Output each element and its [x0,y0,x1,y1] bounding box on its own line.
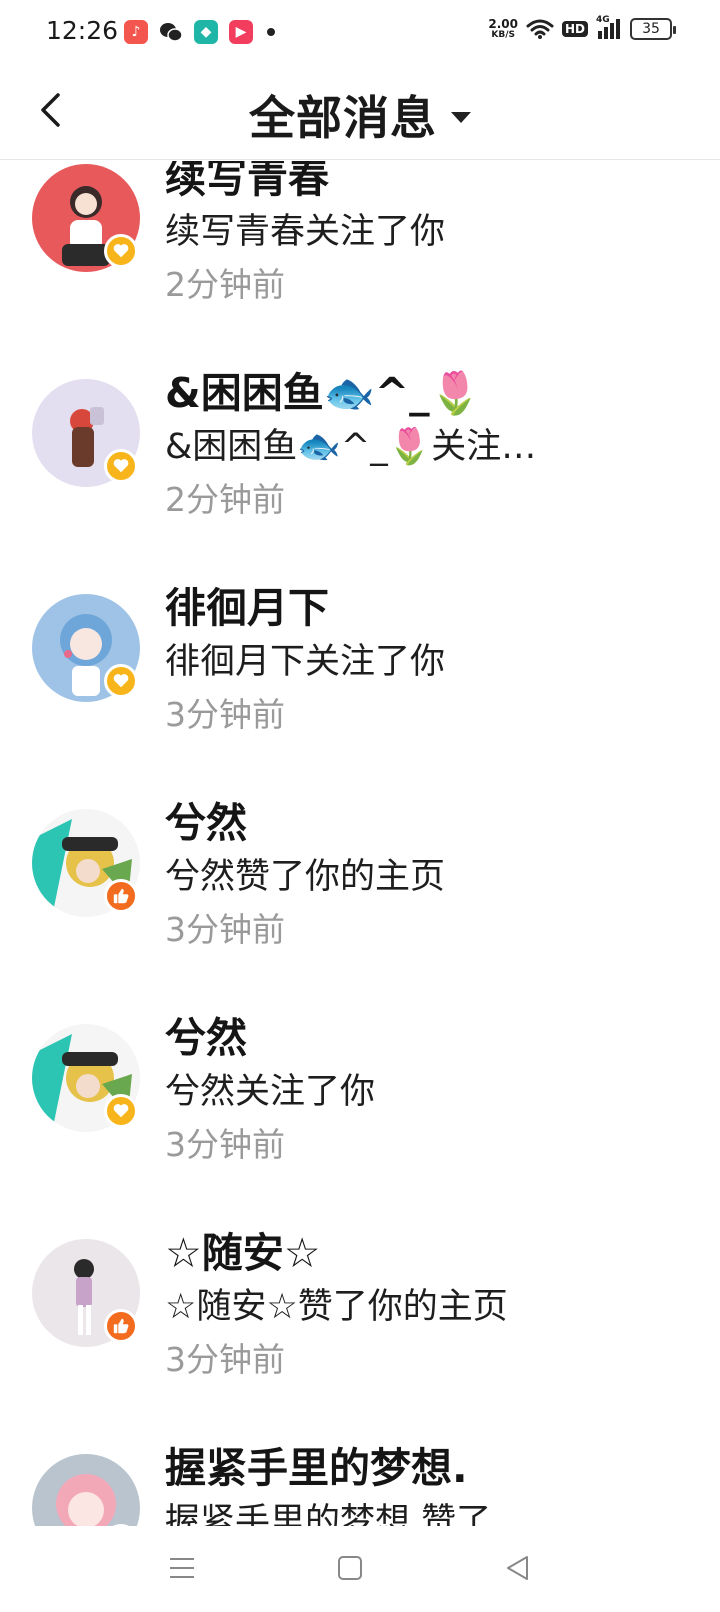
music-app-icon: ♪ [124,20,148,44]
status-bar: 12:26 ♪ ◆ ▶ 2.00 KB/S HD 4G 35 [0,0,720,64]
message-sender-name: ☆随安☆ [165,1229,321,1277]
status-indicators: 2.00 KB/S HD 4G 35 [488,15,676,40]
message-item[interactable]: 握紧手里的梦想. 握紧手里的梦想.赞了… [0,1396,720,1526]
message-text: &困困鱼🐟^_🌷关注… [165,427,537,467]
back-icon [507,1556,528,1580]
message-time: 2分钟前 [165,265,285,304]
user-avatar[interactable] [32,1454,140,1526]
message-list[interactable]: 续写青春续写青春关注了你 2分钟前 &困困鱼🐟^_🌷 &困困鱼🐟^_🌷关注… 2分钟前徘… [0,161,720,1526]
message-text: 握紧手里的梦想.赞了… [165,1502,527,1526]
wifi-icon [526,19,554,39]
message-filter-dropdown[interactable]: 全部消息 [0,82,720,148]
message-sender-name: 握紧手里的梦想. [165,1444,468,1492]
system-nav-bar [0,1526,720,1612]
like-badge-icon [104,879,138,913]
message-sender-name: 兮然 [165,799,247,847]
message-sender-name: 续写青春 [165,161,329,202]
message-sender-name: &困困鱼🐟^_🌷 [165,369,481,417]
wechat-icon [159,20,183,44]
message-time: 3分钟前 [165,910,285,949]
nav-home-button[interactable] [330,1548,370,1588]
follow-badge-icon [104,449,138,483]
message-list-content: 续写青春续写青春关注了你 2分钟前 &困困鱼🐟^_🌷 &困困鱼🐟^_🌷关注… 2分钟前徘… [0,161,720,1526]
status-time: 12:26 [46,16,119,45]
message-text: 兮然关注了你 [165,1072,376,1112]
nav-back-button[interactable] [498,1548,538,1588]
message-text: 兮然赞了你的主页 [165,857,446,897]
home-icon [338,1556,362,1580]
battery-icon: 35 [630,18,676,40]
message-time: 2分钟前 [165,480,285,519]
nav-menu-button[interactable] [162,1548,202,1588]
message-text: 续写青春关注了你 [165,212,446,252]
video-app-icon: ▶ [229,20,253,44]
message-item[interactable]: 续写青春续写青春关注了你 2分钟前 [0,161,720,321]
message-sender-name: 兮然 [165,1014,247,1062]
page-header: 全部消息 [0,64,720,160]
message-item[interactable]: 徘徊月下徘徊月下关注了你 3分钟前 [0,536,720,751]
page-title: 全部消息 [249,91,437,145]
notification-icons: ♪ ◆ ▶ [124,20,275,44]
battery-level: 35 [642,21,660,37]
more-notifications-dot [267,28,275,36]
message-item[interactable]: ☆随安☆ ☆随安☆赞了你的主页 3分钟前 [0,1181,720,1396]
network-speed: 2.00 KB/S [488,18,518,40]
follow-badge-icon [104,234,138,268]
follow-badge-icon [104,1094,138,1128]
follow-badge-icon [104,664,138,698]
network-speed-unit: KB/S [491,30,515,40]
network-type: 4G [596,15,610,25]
network-speed-value: 2.00 [488,17,518,31]
like-badge-icon [104,1309,138,1343]
message-text: ☆随安☆赞了你的主页 [165,1287,508,1327]
message-item[interactable]: 兮然兮然关注了你 3分钟前 [0,966,720,1181]
message-time: 3分钟前 [165,1125,285,1164]
message-item[interactable]: 兮然兮然赞了你的主页 3分钟前 [0,751,720,966]
menu-icon [170,1558,194,1578]
message-item[interactable]: &困困鱼🐟^_🌷 &困困鱼🐟^_🌷关注… 2分钟前 [0,321,720,536]
game-app-icon: ◆ [194,20,218,44]
message-time: 3分钟前 [165,695,285,734]
caret-down-icon [451,111,471,123]
cellular-signal-icon: 4G [596,15,620,39]
message-text: 徘徊月下关注了你 [165,642,446,682]
message-time: 3分钟前 [165,1340,285,1379]
message-sender-name: 徘徊月下 [165,584,329,632]
hd-badge: HD [561,21,588,37]
